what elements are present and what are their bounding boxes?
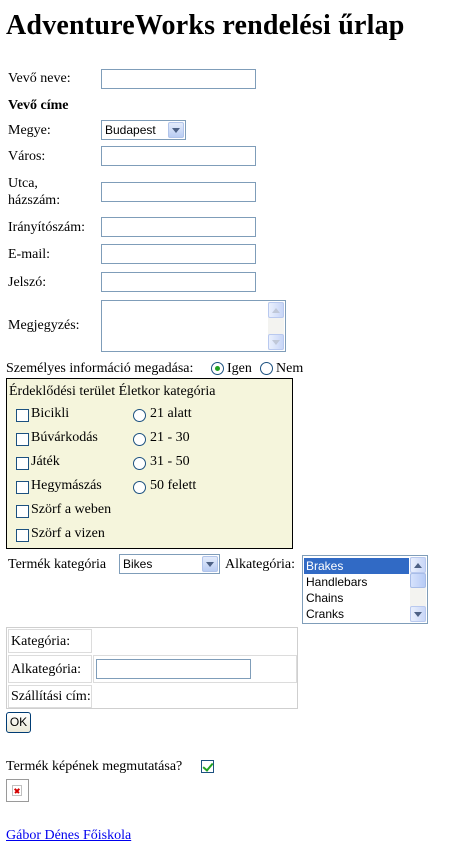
subcategory-listbox[interactable]: Brakes Handlebars Chains Cranks [302,555,428,624]
details-cell [93,655,297,683]
scroll-up-icon[interactable] [410,557,426,573]
age-radio-over-50[interactable] [133,481,146,494]
scroll-down-icon[interactable] [410,606,426,622]
footer-link[interactable]: Gábor Dénes Főiskola [6,828,131,844]
personal-info-no-label: Nem [276,361,304,376]
scroll-up-icon[interactable] [268,302,284,318]
age-radio-21-30[interactable] [133,433,146,446]
scroll-down-icon[interactable] [268,334,284,350]
interest-label: Búvárkodás [31,430,98,445]
email-label: E-mail: [8,247,50,262]
interests-header: Érdeklődési terület Életkor kategória [9,384,216,399]
note-label: Megjegyzés: [8,318,80,333]
subcategory-label: Alkategória: [225,557,295,572]
customer-name-input[interactable] [101,69,256,89]
county-select[interactable]: Budapest [101,120,186,140]
interest-label: Játék [31,454,60,469]
interest-checkbox-szorf-vizen[interactable] [16,529,29,542]
customer-name-label: Vevő neve: [8,71,71,86]
interest-checkbox-hegymaszas[interactable] [16,481,29,494]
details-category-label: Kategória: [11,634,71,649]
zip-label: Irányítószám: [8,220,85,235]
details-cell: Szállítási cím: [8,685,92,708]
details-shipping-label: Szállítási cím: [11,689,91,704]
interest-checkbox-bicikli[interactable] [16,409,29,422]
details-subcategory-label: Alkategória: [11,662,81,677]
show-image-label: Termék képének megmutatása? [6,759,183,774]
personal-info-yes-radio[interactable] [211,362,224,375]
subcategory-option[interactable]: Handlebars [304,574,367,590]
product-category-select[interactable]: Bikes [119,554,220,574]
note-scrollbar[interactable] [268,302,284,350]
personal-info-no-radio[interactable] [260,362,273,375]
age-label: 21 alatt [150,406,192,421]
chevron-down-icon[interactable] [202,556,218,572]
interest-checkbox-szorf-weben[interactable] [16,505,29,518]
details-cell: Alkategória: [8,655,92,683]
password-input[interactable] [101,272,256,292]
subcategory-option[interactable]: Cranks [304,606,344,622]
details-cell: Kategória: [8,629,92,653]
note-textarea[interactable] [101,300,286,352]
ok-button[interactable]: OK [6,712,31,733]
password-label: Jelszó: [8,275,47,290]
personal-info-yes-label: Igen [227,361,252,376]
county-select-value: Budapest [105,123,156,137]
street-input[interactable] [101,182,256,202]
product-category-label: Termék kategória [8,557,107,572]
subcategory-option[interactable]: Brakes [304,558,409,574]
details-subcategory-input[interactable] [96,659,251,679]
interest-checkbox-buvarkodas[interactable] [16,433,29,446]
scroll-thumb[interactable] [410,573,426,588]
subcategory-scrollbar[interactable] [410,557,426,622]
age-radio-31-50[interactable] [133,457,146,470]
subcategory-option[interactable]: Chains [304,590,343,606]
interest-label: Szörf a vizen [31,526,105,541]
broken-image-icon [12,785,22,796]
street-label-line1: Utca, [8,176,38,191]
city-input[interactable] [101,146,256,166]
show-image-checkbox[interactable] [201,760,214,773]
zip-input[interactable] [101,217,256,237]
age-label: 31 - 50 [150,454,190,469]
address-heading: Vevő címe [8,98,69,113]
age-label: 21 - 30 [150,430,190,445]
product-image [6,779,29,802]
chevron-down-icon[interactable] [168,122,184,138]
details-view: Kategória: Alkategória: Szállítási cím: [6,627,298,709]
interest-label: Hegymászás [31,478,102,493]
age-label: 50 felett [150,478,197,493]
email-input[interactable] [101,244,256,264]
page-title: AdventureWorks rendelési űrlap [6,10,405,41]
city-label: Város: [8,149,46,164]
interests-panel: Érdeklődési terület Életkor kategória Bi… [6,378,293,549]
interest-checkbox-jatek[interactable] [16,457,29,470]
street-label-line2: házszám: [8,193,61,208]
interest-label: Bicikli [31,406,70,421]
county-label: Megye: [8,123,51,138]
age-radio-under-21[interactable] [133,409,146,422]
personal-info-question: Személyes információ megadása: [6,361,194,376]
interest-label: Szörf a weben [31,502,112,517]
product-category-value: Bikes [123,557,153,571]
